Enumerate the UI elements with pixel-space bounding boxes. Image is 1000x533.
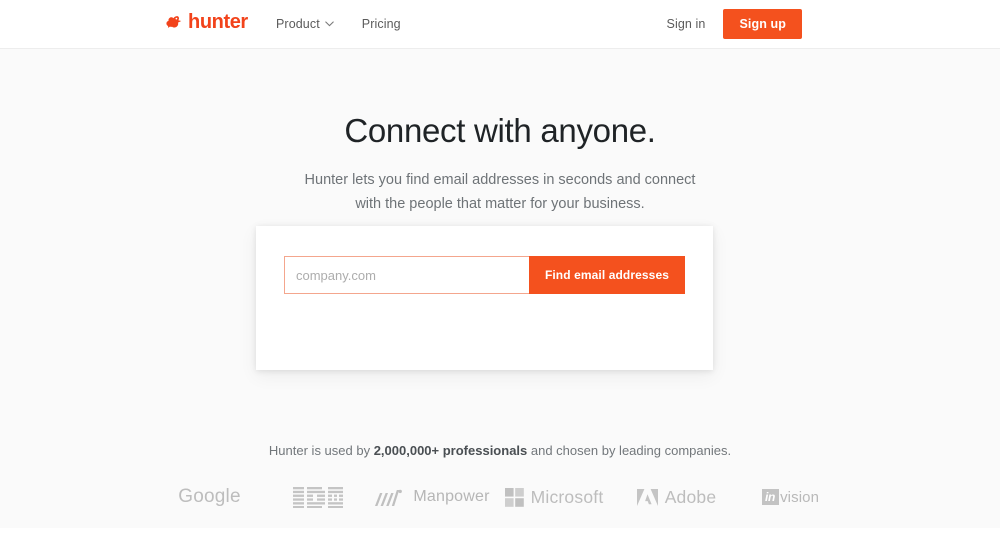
search-row: Find email addresses (284, 256, 685, 294)
page-title: Connect with anyone. (344, 112, 656, 149)
logo-manpower: Manpower (372, 480, 492, 514)
invision-wrap: in vision (761, 488, 820, 506)
social-proof-text: Hunter is used by 2,000,000+ professiona… (0, 443, 1000, 458)
adobe-wordmark: Adobe (664, 486, 717, 507)
find-email-addresses-button[interactable]: Find email addresses (528, 256, 685, 294)
nav-item-pricing-label: Pricing (361, 17, 401, 31)
landing-page: hunter Product Pricing Sign in Sign up C… (0, 0, 1000, 533)
domain-search-card: Find email addresses This doesn't look l… (256, 226, 713, 533)
adobe-icon (636, 488, 658, 506)
manpower-icon (375, 489, 403, 506)
manpower-wordmark: Manpower (413, 488, 490, 505)
microsoft-icon (504, 487, 524, 507)
microsoft-wordmark: Microsoft (530, 486, 604, 507)
google-wordmark: Google (178, 486, 241, 507)
logo-google: Google (156, 480, 264, 514)
site-header: hunter Product Pricing Sign in Sign up (0, 0, 1000, 49)
nav-item-product-label: Product (276, 17, 320, 31)
site-logo[interactable]: hunter (166, 12, 248, 32)
proof-highlight: 2,000,000+ professionals (373, 443, 528, 458)
domain-search-input[interactable] (284, 256, 529, 294)
manpower-wrap: Manpower (373, 488, 489, 507)
logo-text: hunter (188, 11, 248, 33)
sign-up-button[interactable]: Sign up (723, 9, 802, 39)
main-nav: Product Pricing (276, 0, 401, 48)
hero-subtitle: Hunter lets you find email addresses in … (304, 172, 696, 212)
header-inner: hunter Product Pricing Sign in Sign up (0, 0, 1000, 48)
proof-text-after: and chosen by leading companies. (527, 443, 732, 458)
invision-badge-icon: in (761, 488, 780, 506)
invision-wordmark: vision (780, 488, 820, 506)
page-bottom-strip (0, 528, 1000, 533)
adobe-wrap: Adobe (636, 486, 717, 508)
nav-item-product[interactable]: Product (276, 17, 334, 31)
nav-item-pricing[interactable]: Pricing (362, 17, 401, 31)
microsoft-wrap: Microsoft (504, 486, 604, 508)
hunter-bird-icon (166, 16, 182, 28)
sign-in-link[interactable]: Sign in (667, 17, 706, 31)
logo-invision: in vision (737, 480, 845, 514)
proof-text-before: Hunter is used by (268, 443, 374, 458)
ibm-icon (292, 486, 343, 508)
company-logo-strip: Google Manpower Microsoft Adobe in visio… (0, 480, 1000, 514)
logo-microsoft: Microsoft (492, 480, 617, 514)
logo-adobe: Adobe (617, 480, 737, 514)
auth-actions: Sign in Sign up (667, 0, 802, 48)
hero-section: Connect with anyone. Hunter lets you fin… (0, 49, 1000, 216)
logo-ibm (264, 480, 372, 514)
chevron-down-icon (325, 21, 334, 27)
